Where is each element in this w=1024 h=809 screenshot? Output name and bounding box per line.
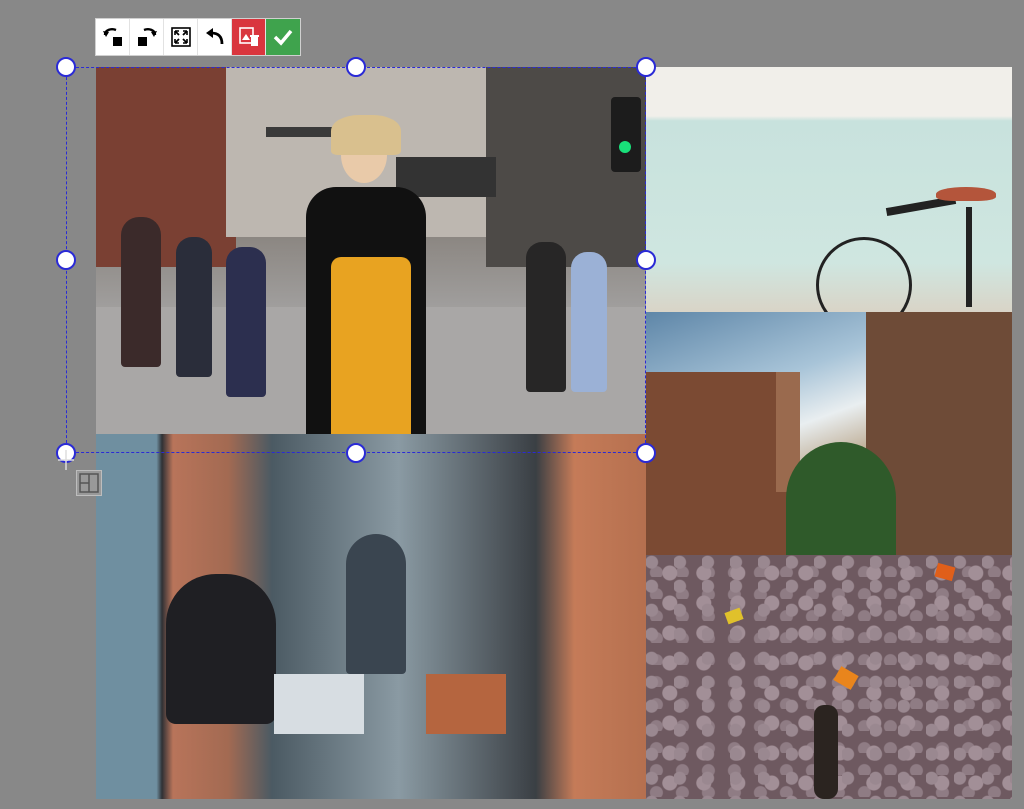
move-cursor-icon xyxy=(58,450,74,470)
photo-buildings[interactable] xyxy=(646,312,1012,555)
delete-image-button[interactable] xyxy=(232,19,266,55)
checkmark-icon xyxy=(273,29,293,46)
resize-handle-top-left[interactable] xyxy=(56,57,76,77)
resize-handle-bottom-right[interactable] xyxy=(636,443,656,463)
fit-button[interactable] xyxy=(164,19,198,55)
undo-button[interactable] xyxy=(198,19,232,55)
resize-handle-bottom[interactable] xyxy=(346,443,366,463)
delete-image-icon xyxy=(238,27,259,46)
rotate-left-button[interactable] xyxy=(96,19,130,55)
resize-handle-top[interactable] xyxy=(346,57,366,77)
undo-icon xyxy=(205,28,223,45)
layout-grid-icon[interactable] xyxy=(76,470,102,496)
photo-cafe[interactable] xyxy=(96,434,646,799)
photo-cobblestone[interactable] xyxy=(646,555,1012,799)
rotate-right-button[interactable] xyxy=(130,19,164,55)
rotate-right-icon xyxy=(137,28,157,46)
rotate-left-icon xyxy=(102,28,122,46)
resize-handle-right[interactable] xyxy=(636,250,656,270)
confirm-button[interactable] xyxy=(266,19,300,55)
resize-handle-top-right[interactable] xyxy=(636,57,656,77)
fit-screen-icon xyxy=(170,27,191,47)
image-toolbar xyxy=(95,18,301,56)
selection-box[interactable] xyxy=(66,67,646,453)
resize-handle-left[interactable] xyxy=(56,250,76,270)
photo-bike[interactable] xyxy=(646,67,1012,312)
